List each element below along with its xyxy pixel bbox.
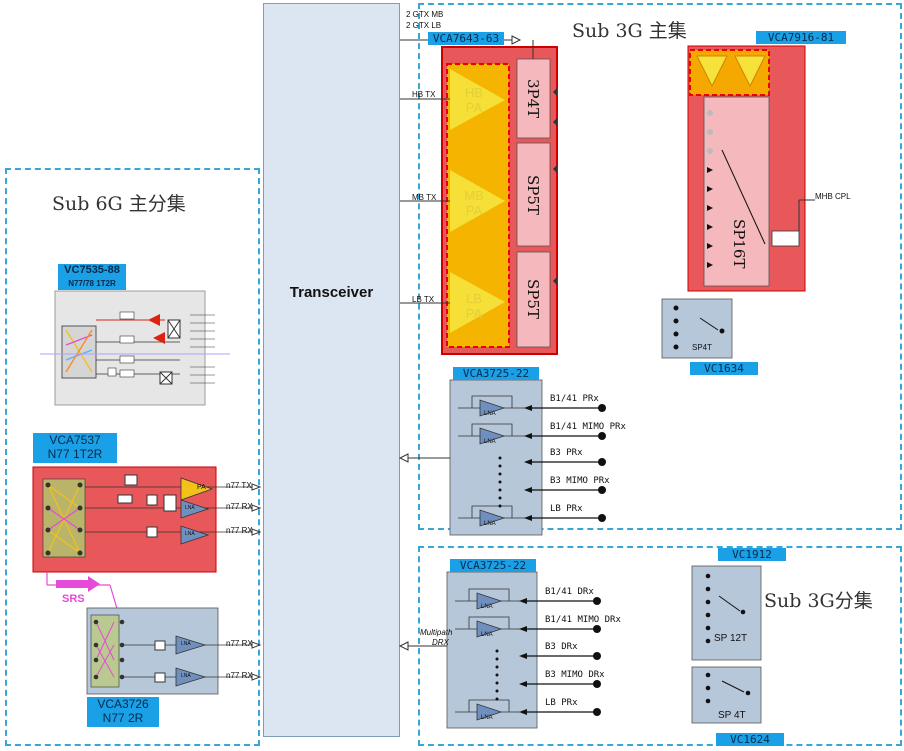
vca7537-lna-label-1: LNA [185,505,195,511]
lna-main-input-port [598,514,606,522]
lna-div-input-label: B1/41 DRx [545,587,594,597]
lna-main-lna-label: LNA [484,439,496,445]
hb-pa-label: HB PA [464,85,484,115]
lna-div-lna-label: LNA [481,715,493,721]
lna-main-input-port [598,458,606,466]
vca7537-tag: VCA7537 N77 1T2R [33,433,117,463]
mhb-cpl-label: MHB CPL [815,192,851,201]
mb-tx-label: MB TX [412,193,437,202]
vc7535-tag: VC7535-88 N77/78 1T2R [58,264,126,290]
vc1634-tag: VC1634 [690,362,758,375]
lna-main-tag: VCA3725-22 [453,367,539,380]
lna-div-ellipsis-dot [495,673,499,677]
lna-div-ellipsis-dot [495,681,499,685]
vc1634-switch-label: SP4T [692,343,713,352]
lna-div-input-port [593,680,601,688]
lb-pa-label: LB PA [465,291,483,321]
lna-main-input-port [598,404,606,412]
lna-div-input-port [593,652,601,660]
lna-main-input-port [598,486,606,494]
vca7537-lna-label-2: LNA [185,531,195,537]
vca3726-rx-label-2: n77 RX [226,671,253,680]
lna-main-ellipsis-dot [498,480,502,484]
vca7537-rx-label-1: n77 RX [226,502,253,511]
lna-main-lna-label: LNA [484,521,496,527]
vc1624-switch-label: SP 4T [718,710,746,721]
vca7537-tag-line2: N77 1T2R [47,447,103,461]
vc1624-tag: VC1624 [716,733,784,746]
lna-div-input-port [593,597,601,605]
vca7916-tag: VCA7916-81 [756,31,846,44]
lna-div-input-port [593,625,601,633]
lna-main-ellipsis-dot [498,496,502,500]
lna-div-lna-label: LNA [481,604,493,610]
lna-main-ellipsis-dot [498,456,502,460]
vca3726-tag: VCA3726 N77 2R [87,697,159,727]
lna-main-input-label: B3 PRx [550,448,583,458]
lna-div-input-label: LB PRx [545,698,578,708]
lna-main-ellipsis-dot [498,488,502,492]
vca3726-lna-label-1: LNA [181,641,191,647]
vca3726-lna-label-2: LNA [181,673,191,679]
vca3726-tag-line1: VCA3726 [97,697,149,711]
lna-main-ellipsis-dot [498,472,502,476]
lna-main-input-port [598,432,606,440]
vc7535-tag-line1: VC7535-88 [64,264,120,276]
lna-main-input-label: B1/41 MIMO PRx [550,422,626,432]
switch-sp16t: SP16T [730,219,748,269]
lna-div-ellipsis-dot [495,665,499,669]
lna-main-input-label: B3 MIMO PRx [550,476,610,486]
vca7537-tag-line1: VCA7537 [49,433,101,447]
lna-div-ellipsis-dot [495,649,499,653]
lna-main-lna-label: LNA [484,411,496,417]
vca3726-rx-label-1: n77 RX [226,639,253,648]
lna-div-input-label: B1/41 MIMO DRx [545,615,621,625]
lb-tx-label: LB TX [412,295,435,304]
hb-tx-label: HB TX [412,90,436,99]
lna-main-ellipsis-dot [498,464,502,468]
vc1912-switch-label: SP 12T [714,633,748,644]
lna-div-input-label: B3 DRx [545,642,578,652]
srs-label: SRS [62,593,85,605]
lna-div-input-label: B3 MIMO DRx [545,670,605,680]
lna-div-tag: VCA3725-22 [450,559,536,572]
mb-pa-label: MB PA [464,188,484,218]
vca3726-tag-line2: N77 2R [102,711,144,725]
wiring-layer [32,35,815,729]
lna-div-ellipsis-dot [495,657,499,661]
lna-main-ellipsis-dot [498,504,502,508]
multipath-label: Multipath [420,628,453,637]
vc1912-tag: VC1912 [718,548,786,561]
lna-main-input-label: LB PRx [550,504,583,514]
vca7643-tag: VCA7643-63 [428,32,504,45]
lna-main-input-label: B1/41 PRx [550,394,599,404]
vca7537-tx-label: n77 TX [226,481,252,490]
lna-div-ellipsis-dot [495,697,499,701]
lna-div-input-port [593,708,601,716]
vca7537-rx-label-2: n77 RX [226,526,253,535]
switch-sp5t-lb: SP5T [524,279,542,319]
lna-div-ellipsis-dot [495,689,499,693]
switch-3p4t: 3P4T [524,79,542,119]
lna-div-lna-label: LNA [481,632,493,638]
vc7535-tag-line2: N77/78 1T2R [68,279,116,288]
vca7537-pa-label: PA [197,484,206,491]
drx-label: DRX [432,638,449,647]
switch-sp5t-mb: SP5T [524,175,542,215]
